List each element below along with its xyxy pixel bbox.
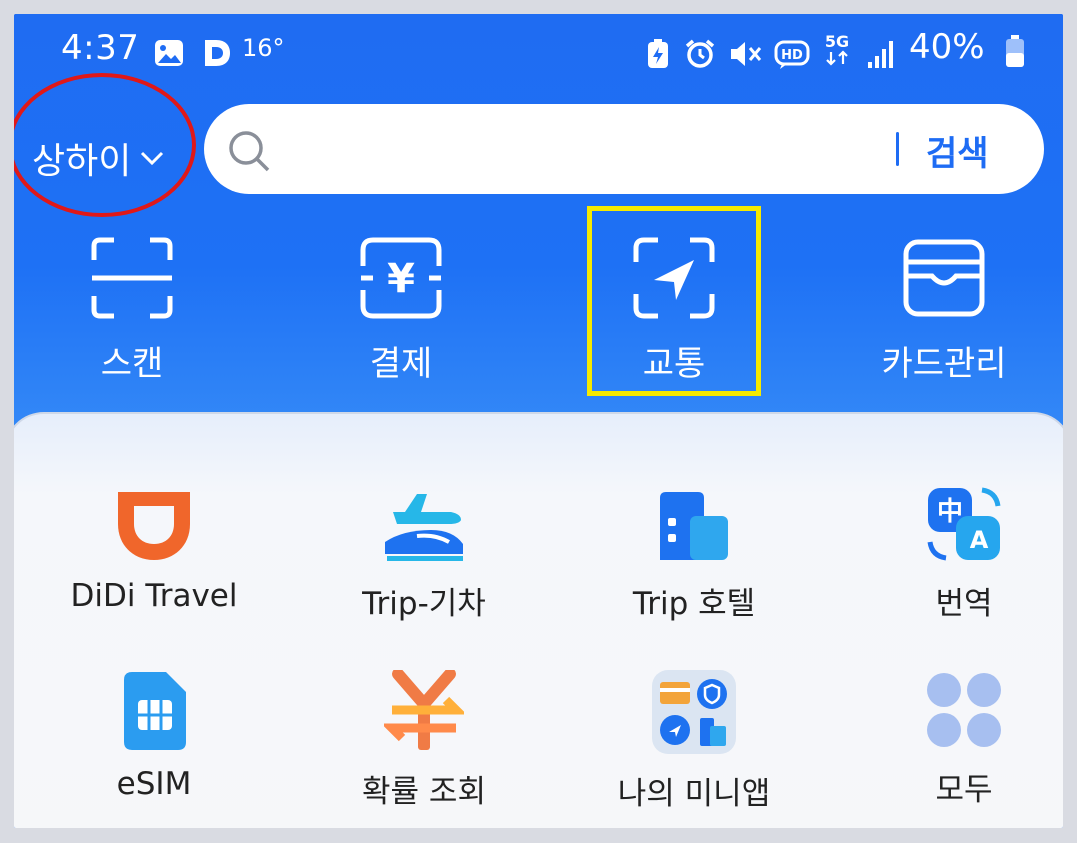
mini-app-exchange-rate[interactable]: 확률 조회 <box>309 670 539 811</box>
search-input[interactable] <box>284 124 888 176</box>
quick-action-pay[interactable]: ¥ 결제 <box>311 226 491 406</box>
search-divider <box>896 132 899 166</box>
alarm-icon <box>685 39 715 68</box>
svg-text:¥: ¥ <box>387 256 415 302</box>
quick-action-label: 카드관리 <box>881 344 1007 384</box>
quick-action-card-manage[interactable]: 카드관리 <box>854 226 1034 406</box>
didi-icon <box>118 492 190 560</box>
status-battery-percent: 40% <box>909 27 985 67</box>
mini-app-my-miniapps[interactable]: 나의 미니앱 <box>579 670 809 813</box>
hotel-icon <box>660 492 728 560</box>
quick-action-label: 스캔 <box>100 344 164 384</box>
my-miniapps-icon <box>652 670 736 754</box>
svg-text:HD: HD <box>781 48 803 63</box>
mini-app-esim[interactable]: eSIM <box>39 670 269 802</box>
search-button[interactable]: 검색 <box>926 126 989 175</box>
annotation-yellow-box <box>587 206 761 396</box>
mini-app-label: 확률 조회 <box>362 774 486 810</box>
translate-icon: 中 A <box>927 487 1001 561</box>
mini-app-hotel[interactable]: Trip 호텔 <box>579 484 809 623</box>
mini-app-label: 나의 미니앱 <box>617 776 771 812</box>
search-bar[interactable]: 검색 <box>204 104 1044 194</box>
svg-text:5G: 5G <box>825 32 849 51</box>
mini-app-panel: DiDi Travel Trip-기차 Trip 호텔 中 A 번역 eSIM … <box>14 412 1063 828</box>
search-icon <box>229 131 270 172</box>
quick-action-label: 결제 <box>369 344 433 384</box>
status-temperature: 16° <box>242 34 285 62</box>
mini-app-label: Trip 호텔 <box>632 586 756 622</box>
chevron-down-icon <box>141 151 164 166</box>
exchange-rate-icon <box>384 670 464 750</box>
mute-icon <box>731 42 762 66</box>
status-time: 4:37 <box>61 28 140 68</box>
battery-saver-icon <box>648 39 668 68</box>
yuan-pay-icon: ¥ <box>360 237 442 319</box>
hd-icon: HD <box>774 40 810 69</box>
mini-app-label: 번역 <box>935 586 993 622</box>
wallet-icon <box>903 239 985 317</box>
mini-app-label: 모두 <box>935 772 993 808</box>
mini-app-label: eSIM <box>116 766 192 802</box>
mini-app-label: DiDi Travel <box>70 578 238 614</box>
signal-icon <box>868 41 893 68</box>
mini-app-label: Trip-기차 <box>362 586 486 622</box>
city-selector[interactable]: 상하이 <box>32 132 165 184</box>
gallery-icon <box>155 40 183 66</box>
scan-icon <box>91 237 173 319</box>
mini-app-translate[interactable]: 中 A 번역 <box>849 484 1063 623</box>
mini-app-train[interactable]: Trip-기차 <box>309 484 539 623</box>
esim-icon <box>124 672 186 750</box>
all-apps-icon <box>927 673 1001 747</box>
d-app-icon <box>205 40 230 66</box>
mini-app-all[interactable]: 모두 <box>849 670 1063 809</box>
city-label: 상하이 <box>32 141 132 182</box>
battery-icon <box>1006 35 1024 67</box>
status-bar: 4:37 16° HD 5G 40% <box>14 14 1063 86</box>
quick-actions: 스캔 ¥ 결제 교통 카드관리 <box>14 226 1063 406</box>
5g-icon: 5G <box>825 32 849 66</box>
quick-action-scan[interactable]: 스캔 <box>42 226 222 406</box>
app-screen: 4:37 16° HD 5G 40% 상하이 검색 스캔 ¥ 결제 교통 카드관… <box>14 14 1063 828</box>
mini-app-didi[interactable]: DiDi Travel <box>39 484 269 614</box>
svg-text:A: A <box>970 526 989 554</box>
train-icon <box>385 494 463 561</box>
